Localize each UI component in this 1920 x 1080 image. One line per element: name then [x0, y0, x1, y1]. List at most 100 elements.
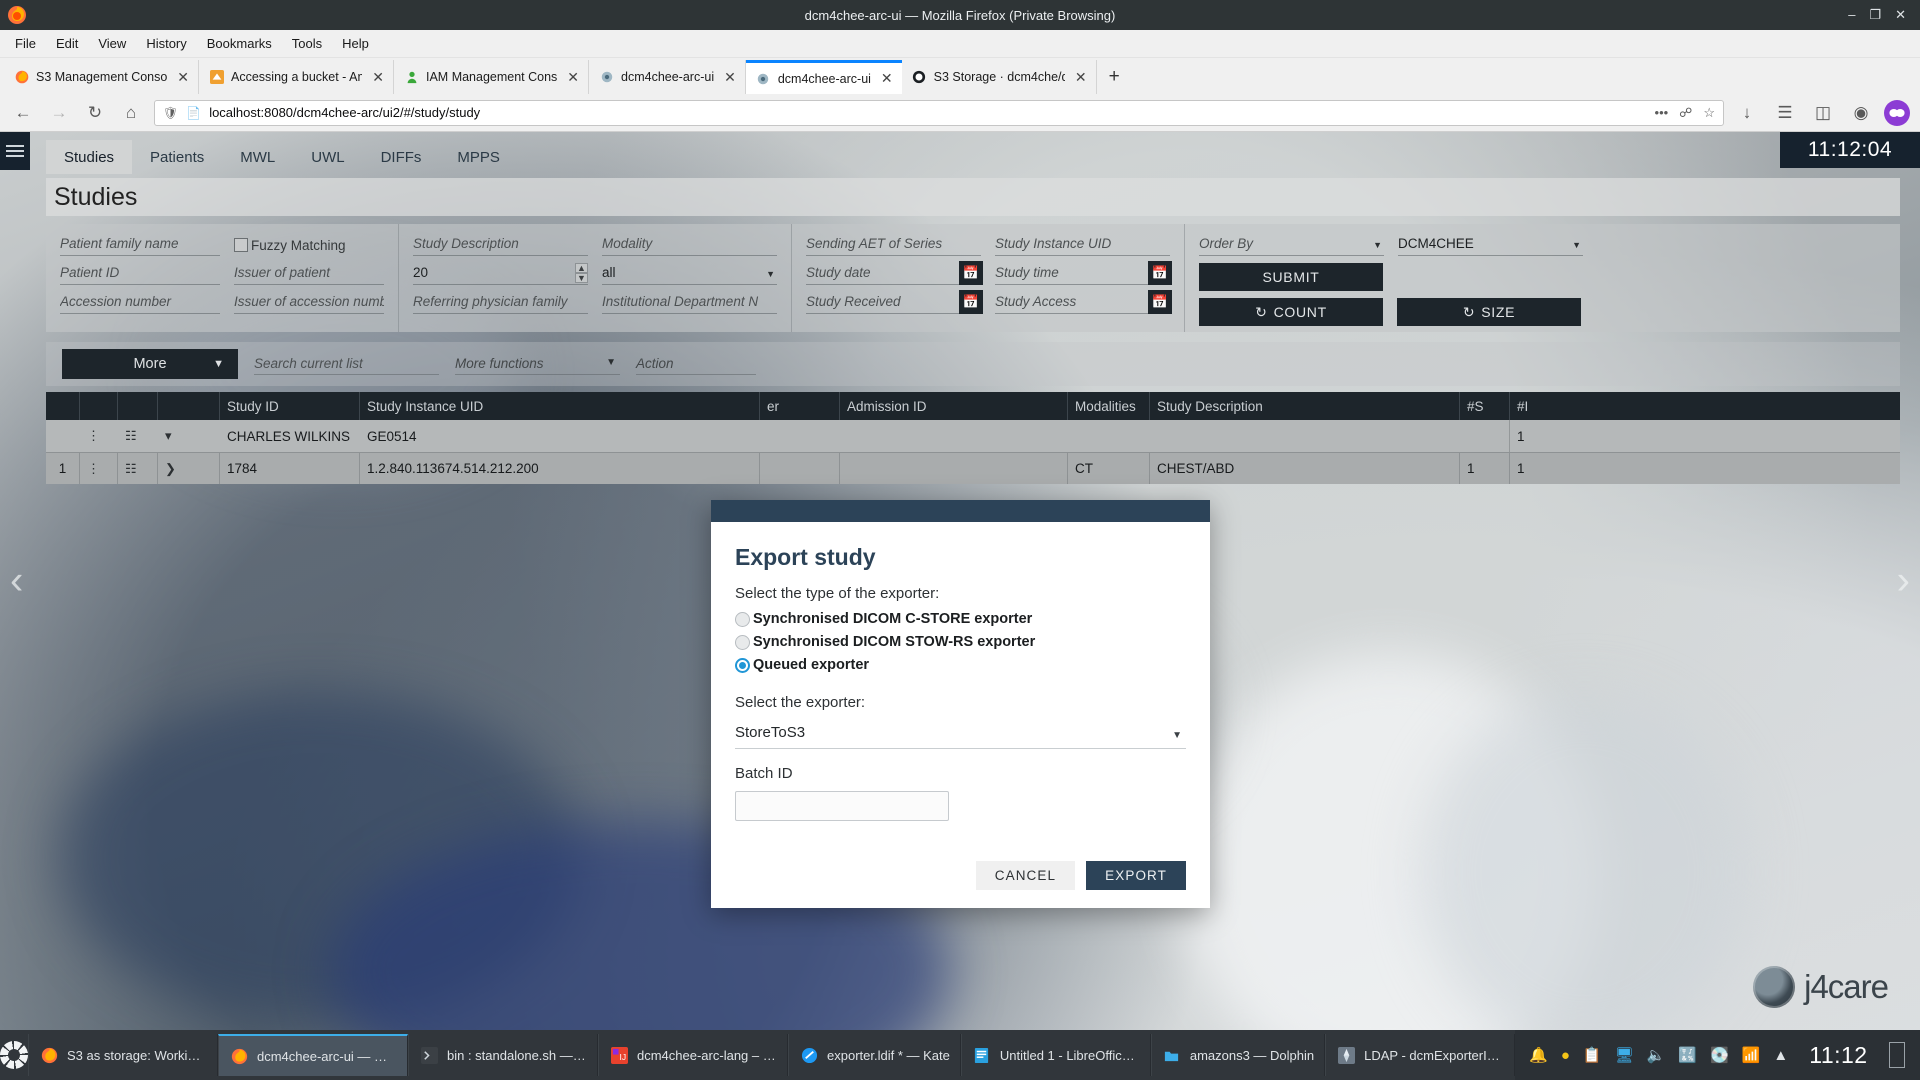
taskbar-item-label: Untitled 1 - LibreOffice ... — [1000, 1048, 1140, 1063]
menu-history[interactable]: History — [137, 33, 195, 54]
menu-bookmarks[interactable]: Bookmarks — [198, 33, 281, 54]
ldap-icon — [1336, 1045, 1356, 1065]
back-button[interactable]: ← — [10, 100, 36, 126]
kate-icon — [799, 1045, 819, 1065]
bluetooth-icon[interactable]: 🔣 — [1678, 1046, 1697, 1064]
close-icon[interactable]: ✕ — [721, 69, 739, 86]
show-hidden-icon[interactable]: ▲ — [1773, 1047, 1788, 1064]
taskbar-item-3[interactable]: IJ dcm4chee-arc-lang – c... — [598, 1034, 788, 1076]
browser-tab-3[interactable]: dcm4chee-arc-ui ✕ — [589, 60, 746, 94]
clipboard-icon[interactable]: 📋 — [1583, 1046, 1602, 1064]
browser-tabstrip: S3 Management Console ✕ Accessing a buck… — [0, 58, 1920, 94]
url-bar[interactable]: 🛡 📄 localhost:8080/dcm4chee-arc/ui2/#/st… — [154, 100, 1724, 126]
browser-navbar: ← → ↻ ⌂ 🛡 📄 localhost:8080/dcm4chee-arc/… — [0, 94, 1920, 132]
window-title: dcm4chee-arc-ui — Mozilla Firefox (Priva… — [0, 8, 1920, 23]
menu-view[interactable]: View — [89, 33, 135, 54]
taskbar-item-0[interactable]: S3 as storage: Working... — [28, 1034, 218, 1076]
browser-tab-1[interactable]: Accessing a bucket - Amaz ✕ — [199, 60, 394, 94]
taskbar-item-label: amazons3 — Dolphin — [1190, 1048, 1314, 1063]
taskbar-item-label: S3 as storage: Working... — [67, 1048, 207, 1063]
sidebar-icon[interactable]: ◫ — [1810, 100, 1836, 126]
browser-tab-0[interactable]: S3 Management Console ✕ — [4, 60, 199, 94]
kde-start-icon — [0, 1041, 28, 1069]
close-icon[interactable]: ✕ — [878, 70, 896, 87]
menu-edit[interactable]: Edit — [47, 33, 87, 54]
url-text[interactable]: localhost:8080/dcm4chee-arc/ui2/#/study/… — [209, 105, 1646, 120]
page-icon: 📄 — [186, 106, 201, 120]
network-icon[interactable]: 📶 — [1742, 1046, 1761, 1064]
radio-icon[interactable] — [735, 612, 750, 627]
github-icon — [912, 70, 927, 85]
home-button[interactable]: ⌂ — [118, 100, 144, 126]
cancel-button[interactable]: CANCEL — [976, 861, 1075, 890]
radio-stowrs-exporter[interactable]: Synchronised DICOM STOW-RS exporter — [735, 634, 1186, 650]
radio-queued-exporter[interactable]: Queued exporter — [735, 657, 1186, 673]
iam-icon — [404, 70, 419, 85]
tab-label: dcm4chee-arc-ui — [778, 72, 871, 86]
page-viewport: 11:12:04 Studies Patients MWL UWL DIFFs … — [0, 132, 1920, 1030]
taskbar-item-1-active[interactable]: dcm4chee-arc-ui — Mo... — [218, 1034, 408, 1076]
exporter-select[interactable]: StoreToS3 ▼ — [735, 720, 1186, 749]
volume-icon[interactable]: 🔈 — [1647, 1046, 1666, 1064]
tab-label: dcm4chee-arc-ui — [621, 70, 714, 84]
display-icon[interactable]: 🖥 — [1615, 1046, 1634, 1064]
clipboard-user-icon[interactable]: ● — [1561, 1047, 1570, 1064]
export-study-dialog: Export study Select the type of the expo… — [711, 500, 1210, 908]
notification-icon[interactable]: 🔔 — [1529, 1046, 1548, 1064]
desktop-taskbar: S3 as storage: Working... dcm4chee-arc-u… — [0, 1030, 1920, 1080]
browser-tab-4-active[interactable]: dcm4chee-arc-ui ✕ — [746, 60, 902, 94]
system-tray: 🔔 ● 📋 🖥 🔈 🔣 💽 📶 ▲ 11:12 — [1515, 1030, 1920, 1080]
radio-cstore-exporter[interactable]: Synchronised DICOM C-STORE exporter — [735, 611, 1186, 627]
downloads-icon[interactable]: ↓ — [1734, 100, 1760, 126]
device-icon[interactable]: 💽 — [1710, 1046, 1729, 1064]
dialog-titlebar — [711, 500, 1210, 522]
svg-text:IJ: IJ — [619, 1052, 626, 1062]
tab-label: S3 Management Console — [36, 70, 167, 84]
taskbar-item-2[interactable]: bin : standalone.sh — ... — [408, 1034, 598, 1076]
pocket-icon[interactable]: ☍ — [1679, 105, 1692, 121]
taskbar-item-7[interactable]: LDAP - dcmExporterID... — [1325, 1034, 1515, 1076]
close-icon[interactable]: ✕ — [369, 69, 387, 86]
reload-button[interactable]: ↻ — [82, 100, 108, 126]
aws-icon — [209, 70, 224, 85]
taskbar-item-4[interactable]: exporter.ldif * — Kate — [788, 1034, 961, 1076]
exporter-type-label: Select the type of the exporter: — [735, 585, 1186, 602]
intellij-icon: IJ — [609, 1045, 629, 1065]
menu-file[interactable]: File — [6, 33, 45, 54]
radio-icon-selected[interactable] — [735, 658, 750, 673]
close-icon[interactable]: ✕ — [1072, 69, 1090, 86]
account-icon[interactable]: ◉ — [1848, 100, 1874, 126]
taskbar-item-label: dcm4chee-arc-lang – c... — [637, 1048, 777, 1063]
tab-label: Accessing a bucket - Amaz — [231, 70, 362, 84]
taskbar-item-label: bin : standalone.sh — ... — [447, 1048, 587, 1063]
close-button[interactable]: ✕ — [1895, 7, 1906, 23]
taskbar-item-5[interactable]: Untitled 1 - LibreOffice ... — [961, 1034, 1151, 1076]
menu-tools[interactable]: Tools — [283, 33, 331, 54]
radio-label: Synchronised DICOM C-STORE exporter — [753, 611, 1032, 627]
batch-id-input[interactable] — [735, 791, 949, 821]
radio-icon[interactable] — [735, 635, 750, 650]
close-icon[interactable]: ✕ — [564, 69, 582, 86]
menu-help[interactable]: Help — [333, 33, 378, 54]
star-icon[interactable]: ☆ — [1703, 105, 1715, 121]
exporter-select-value: StoreToS3 — [735, 724, 805, 741]
browser-tab-2[interactable]: IAM Management Console ✕ — [394, 60, 589, 94]
browser-menubar: File Edit View History Bookmarks Tools H… — [0, 30, 1920, 58]
shield-icon[interactable]: 🛡 — [163, 106, 178, 120]
page-actions-icon[interactable]: ••• — [1655, 105, 1669, 121]
minimize-button[interactable]: – — [1848, 7, 1855, 23]
close-icon[interactable]: ✕ — [174, 69, 192, 86]
maximize-button[interactable]: ❐ — [1869, 7, 1881, 23]
show-desktop-button[interactable] — [1889, 1042, 1905, 1068]
kde-start-button[interactable] — [0, 1030, 28, 1080]
taskbar-clock[interactable]: 11:12 — [1801, 1042, 1875, 1069]
browser-tab-5[interactable]: S3 Storage · dcm4che/dcm ✕ — [902, 60, 1097, 94]
dialog-title: Export study — [735, 544, 1186, 571]
new-tab-button[interactable]: + — [1097, 60, 1132, 94]
taskbar-item-6[interactable]: amazons3 — Dolphin — [1151, 1034, 1325, 1076]
forward-button[interactable]: → — [46, 100, 72, 126]
taskbar-tasks: S3 as storage: Working... dcm4chee-arc-u… — [28, 1034, 1515, 1076]
library-icon[interactable]: ☰ — [1772, 100, 1798, 126]
modal-overlay: Export study Select the type of the expo… — [0, 132, 1920, 1030]
export-button[interactable]: EXPORT — [1086, 861, 1186, 890]
